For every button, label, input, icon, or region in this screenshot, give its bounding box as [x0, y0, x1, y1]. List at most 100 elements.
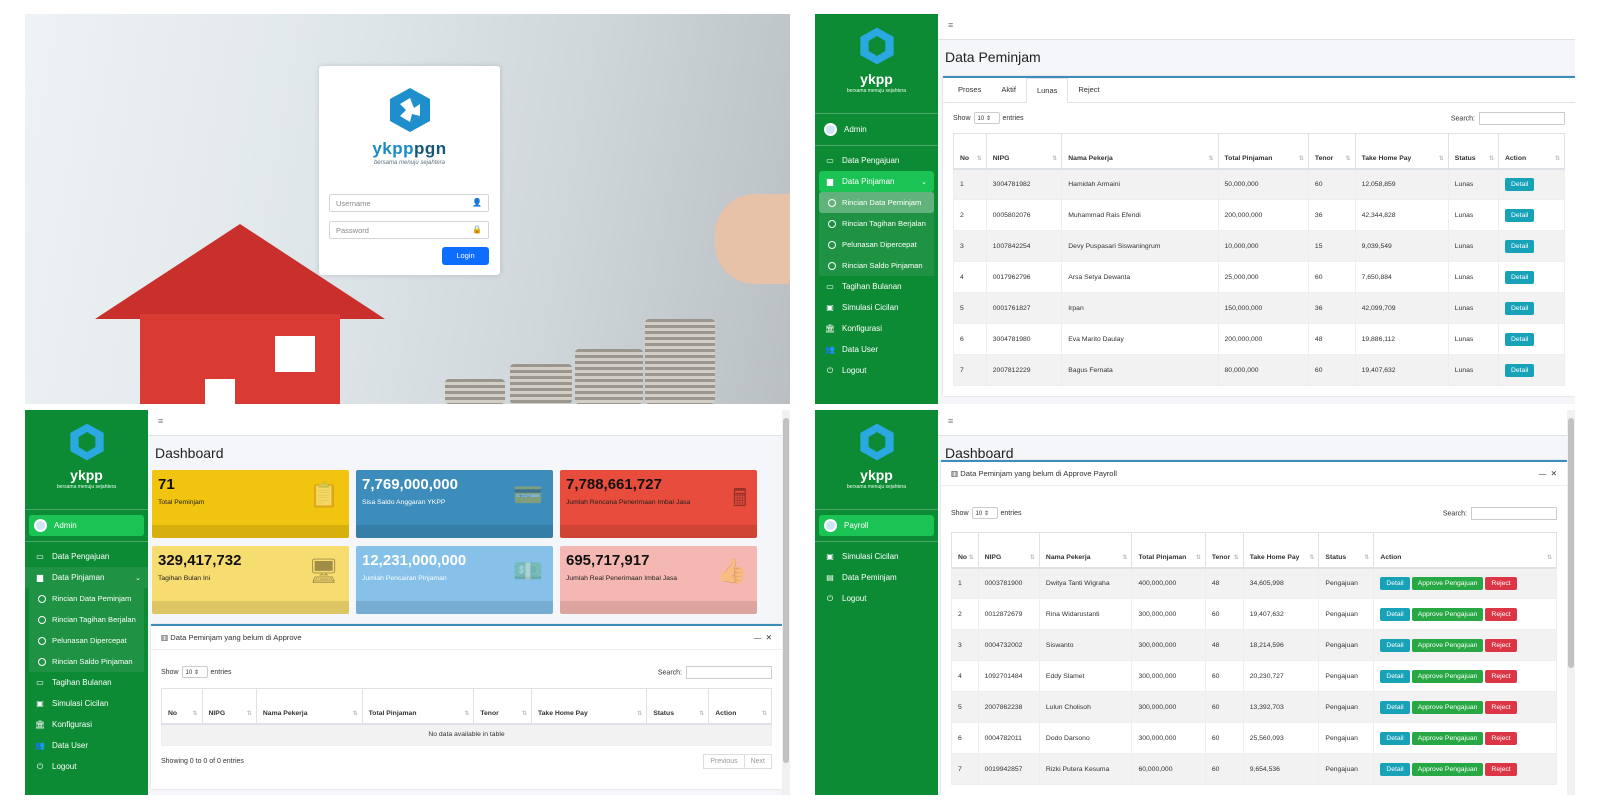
sidebar-subitem-rincian-tagihan[interactable]: Rincian Tagihan Berjalan — [29, 609, 144, 630]
tab-proses[interactable]: Proses — [948, 78, 991, 102]
stat-footer[interactable] — [560, 601, 757, 614]
approve-button[interactable]: Approve Pengajuan — [1411, 731, 1484, 745]
approve-button[interactable]: Approve Pengajuan — [1411, 638, 1484, 652]
column-header[interactable]: Status ⇅ — [646, 688, 710, 725]
sidebar-user[interactable]: Payroll — [819, 515, 934, 536]
close-icon[interactable]: ✕ — [1551, 469, 1557, 478]
detail-button[interactable]: Detail — [1504, 332, 1535, 346]
sidebar-subitem-rincian-tagihan[interactable]: Rincian Tagihan Berjalan — [819, 213, 934, 234]
sidebar-item-data-pinjaman[interactable]: ▆ Data Pinjaman ⌄ — [25, 567, 148, 588]
previous-button[interactable]: Previous — [703, 753, 745, 769]
detail-button[interactable]: Detail — [1380, 669, 1410, 683]
minimize-icon[interactable]: — — [754, 633, 762, 642]
password-input[interactable]: Password 🔒 — [329, 221, 489, 239]
column-header[interactable]: Nama Pekerja ⇅ — [1061, 133, 1219, 170]
sidebar-user[interactable]: Admin — [29, 515, 144, 536]
detail-button[interactable]: Detail — [1380, 762, 1410, 776]
page-size-select[interactable]: 10 ⇕ — [181, 666, 208, 678]
sidebar-item-logout[interactable]: ⏻ Logout — [815, 360, 938, 381]
detail-button[interactable]: Detail — [1380, 700, 1410, 714]
tab-lunas[interactable]: Lunas — [1025, 78, 1069, 103]
column-header[interactable]: Status ⇅ — [1447, 133, 1499, 170]
column-header[interactable]: NIPG ⇅ — [201, 688, 257, 725]
sidebar-item-tagihan[interactable]: ▭ Tagihan Bulanan — [815, 276, 938, 297]
stat-footer[interactable] — [152, 525, 349, 538]
detail-button[interactable]: Detail — [1504, 208, 1535, 222]
column-header[interactable]: Total Pinjaman ⇅ — [361, 688, 475, 725]
sidebar-subitem-saldo[interactable]: Rincian Saldo Pinjaman — [819, 255, 934, 276]
column-header[interactable]: Total Pinjaman ⇅ — [1217, 133, 1309, 170]
column-header[interactable]: Take Home Pay ⇅ — [530, 688, 648, 725]
column-header[interactable]: NIPG ⇅ — [977, 532, 1040, 569]
stat-footer[interactable] — [356, 525, 553, 538]
detail-button[interactable]: Detail — [1504, 270, 1535, 284]
stat-footer[interactable] — [152, 601, 349, 614]
stat-footer[interactable] — [356, 601, 553, 614]
sidebar-item-simulasi[interactable]: ▣ Simulasi Cicilan — [25, 693, 148, 714]
minimize-icon[interactable]: — — [1539, 469, 1547, 478]
detail-button[interactable]: Detail — [1504, 177, 1535, 191]
sidebar-subitem-rincian-data[interactable]: Rincian Data Peminjam — [29, 588, 144, 609]
sidebar-item-tagihan[interactable]: ▭ Tagihan Bulanan — [25, 672, 148, 693]
sidebar-item-logout[interactable]: ⏻ Logout — [25, 756, 148, 777]
scrollbar[interactable] — [782, 410, 790, 795]
sidebar-item-data-pengajuan[interactable]: ▭ Data Pengajuan — [25, 546, 148, 567]
column-header[interactable]: NIPG ⇅ — [985, 133, 1063, 170]
reject-button[interactable]: Reject — [1485, 762, 1517, 776]
sidebar-item-data-user[interactable]: 👥 Data User — [815, 339, 938, 360]
reject-button[interactable]: Reject — [1485, 607, 1517, 621]
sidebar-item-data-pinjaman[interactable]: ▆ Data Pinjaman ⌄ — [819, 171, 934, 192]
login-button[interactable]: Login — [442, 247, 489, 265]
scrollbar[interactable] — [1567, 410, 1575, 795]
approve-button[interactable]: Approve Pengajuan — [1411, 607, 1484, 621]
hamburger-menu-icon[interactable]: ≡ — [948, 20, 953, 30]
hamburger-menu-icon[interactable]: ≡ — [158, 416, 163, 426]
column-header[interactable]: Take Home Pay ⇅ — [1242, 532, 1320, 569]
sidebar-subitem-pelunasan[interactable]: Pelunasan Dipercepat — [819, 234, 934, 255]
column-header[interactable]: Action ⇅ — [1373, 532, 1557, 569]
sidebar-item-logout[interactable]: ⏻ Logout — [815, 588, 938, 609]
close-icon[interactable]: ✕ — [766, 633, 772, 642]
column-header[interactable]: No ⇅ — [951, 532, 979, 569]
page-size-select[interactable]: 10 ⇕ — [971, 507, 998, 519]
detail-button[interactable]: Detail — [1504, 363, 1535, 377]
sidebar-item-data-user[interactable]: 👥 Data User — [25, 735, 148, 756]
sidebar-item-konfigurasi[interactable]: 🏛 Konfigurasi — [815, 318, 938, 339]
tab-aktif[interactable]: Aktif — [991, 78, 1026, 102]
search-input[interactable] — [686, 665, 772, 679]
sidebar-user[interactable]: Admin — [819, 119, 934, 140]
search-input[interactable] — [1479, 111, 1565, 125]
reject-button[interactable]: Reject — [1485, 576, 1517, 590]
column-header[interactable]: Action ⇅ — [708, 688, 772, 725]
approve-button[interactable]: Approve Pengajuan — [1411, 576, 1484, 590]
tab-reject[interactable]: Reject — [1068, 78, 1109, 102]
page-size-select[interactable]: 10 ⇕ — [973, 112, 1000, 124]
detail-button[interactable]: Detail — [1380, 731, 1410, 745]
column-header[interactable]: Take Home Pay ⇅ — [1354, 133, 1449, 170]
detail-button[interactable]: Detail — [1504, 301, 1535, 315]
column-header[interactable]: Tenor ⇅ — [1307, 133, 1356, 170]
sidebar-item-simulasi[interactable]: ▣ Simulasi Cicilan — [815, 297, 938, 318]
detail-button[interactable]: Detail — [1504, 239, 1535, 253]
reject-button[interactable]: Reject — [1485, 731, 1517, 745]
search-input[interactable] — [1471, 506, 1557, 520]
column-header[interactable]: Nama Pekerja ⇅ — [1038, 532, 1133, 569]
sidebar-subitem-pelunasan[interactable]: Pelunasan Dipercepat — [29, 630, 144, 651]
column-header[interactable]: Action ⇅ — [1497, 133, 1566, 170]
detail-button[interactable]: Detail — [1380, 576, 1410, 590]
approve-button[interactable]: Approve Pengajuan — [1411, 669, 1484, 683]
column-header[interactable]: No ⇅ — [161, 688, 203, 725]
column-header[interactable]: Status ⇅ — [1318, 532, 1375, 569]
hamburger-menu-icon[interactable]: ≡ — [948, 416, 953, 426]
column-header[interactable]: No ⇅ — [953, 133, 987, 170]
column-header[interactable]: Total Pinjaman ⇅ — [1131, 532, 1206, 569]
column-header[interactable]: Tenor ⇅ — [473, 688, 532, 725]
sidebar-subitem-saldo[interactable]: Rincian Saldo Pinjaman — [29, 651, 144, 672]
sidebar-item-data-pengajuan[interactable]: ▭ Data Pengajuan — [815, 150, 938, 171]
username-input[interactable]: Username 👤 — [329, 194, 489, 212]
column-header[interactable]: Nama Pekerja ⇅ — [255, 688, 363, 725]
approve-button[interactable]: Approve Pengajuan — [1411, 762, 1484, 776]
detail-button[interactable]: Detail — [1380, 638, 1410, 652]
reject-button[interactable]: Reject — [1485, 700, 1517, 714]
next-button[interactable]: Next — [743, 753, 772, 769]
